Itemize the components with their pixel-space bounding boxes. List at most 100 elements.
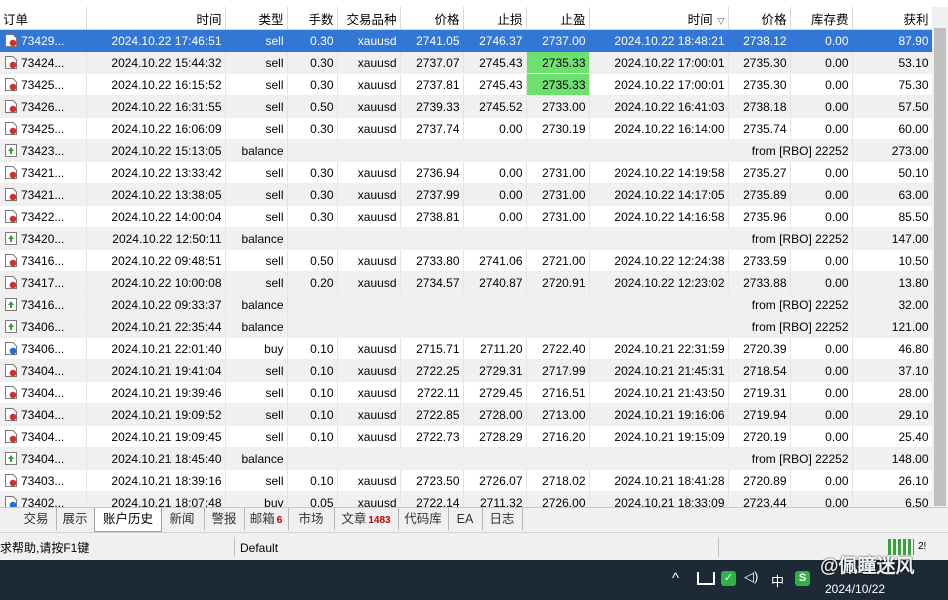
sell-deal-icon	[5, 55, 17, 69]
app-tray-icon[interactable]: S	[795, 571, 810, 586]
history-row[interactable]: 73416... 2024.10.22 09:33:37 balance from […	[0, 293, 933, 316]
row-close-price: 2735.96	[728, 205, 791, 228]
row-profit: 28.00	[852, 381, 933, 404]
row-order: 73404...	[0, 447, 87, 470]
tab-1[interactable]: 展示	[56, 508, 95, 530]
row-open-price: 2737.74	[400, 117, 464, 140]
scrollbar-thumb[interactable]	[934, 28, 946, 506]
tab-0[interactable]: 交易	[16, 508, 57, 530]
row-lots: 0.30	[287, 117, 338, 140]
ime-indicator[interactable]: 中	[771, 571, 784, 590]
row-close-time: 2024.10.21 18:41:28	[589, 469, 729, 492]
col-header-open-time[interactable]: 时间	[86, 7, 226, 30]
tab-5[interactable]: 邮箱 6	[244, 508, 289, 530]
col-header-open-price[interactable]: 价格	[400, 7, 464, 30]
row-order: 73404...	[0, 359, 87, 382]
history-row[interactable]: 73404... 2024.10.21 19:41:04 sell 0.10 xauus…	[0, 359, 933, 382]
col-header-close-price[interactable]: 价格	[728, 7, 791, 30]
col-header-symbol[interactable]: 交易品种	[337, 7, 401, 30]
history-row[interactable]: 73423... 2024.10.22 15:13:05 balance from […	[0, 139, 933, 162]
row-sl: 2729.31	[463, 359, 527, 382]
row-open-price: 2733.80	[400, 249, 464, 272]
network-icon[interactable]	[697, 572, 715, 585]
row-type: buy	[225, 337, 288, 360]
speaker-icon[interactable]: ◁)	[744, 569, 758, 585]
history-row[interactable]: 73424... 2024.10.22 15:44:32 sell 0.30 xauus…	[0, 51, 933, 74]
history-row[interactable]: 73404... 2024.10.21 18:45:40 balance from […	[0, 447, 933, 470]
row-close-time: 2024.10.22 14:19:58	[589, 161, 729, 184]
row-profit: 46.80	[852, 337, 933, 360]
row-sl: 2726.07	[463, 469, 527, 492]
history-row[interactable]: 73421... 2024.10.22 13:38:05 sell 0.30 xauus…	[0, 183, 933, 206]
history-row[interactable]: 73406... 2024.10.21 22:01:40 buy 0.10 xauusd…	[0, 337, 933, 360]
tab-9[interactable]: EA	[448, 508, 483, 530]
history-row[interactable]: 73421... 2024.10.22 13:33:42 sell 0.30 xauus…	[0, 161, 933, 184]
chevron-up-icon[interactable]: ^	[672, 570, 679, 587]
row-close-price: 2738.12	[728, 29, 791, 52]
history-row[interactable]: 73417... 2024.10.22 10:00:08 sell 0.20 xauus…	[0, 271, 933, 294]
tab-7[interactable]: 文章 1483	[334, 508, 399, 530]
history-row[interactable]: 73420... 2024.10.22 12:50:11 balance from […	[0, 227, 933, 250]
row-order-number: 73404...	[21, 429, 65, 444]
col-header-close-time[interactable]: 时间 ▽	[589, 7, 729, 30]
col-header-swap[interactable]: 库存费	[790, 7, 853, 30]
row-open-time: 2024.10.22 12:50:11	[86, 227, 226, 250]
history-row[interactable]: 73426... 2024.10.22 16:31:55 sell 0.50 xauus…	[0, 95, 933, 118]
row-tp: 2735.33	[526, 51, 590, 74]
row-type: sell	[225, 425, 288, 448]
tab-2[interactable]: 账户历史	[94, 508, 162, 532]
tab-label: 文章	[341, 512, 367, 526]
row-open-price: 2734.57	[400, 271, 464, 294]
history-row[interactable]: 73422... 2024.10.22 14:00:04 sell 0.30 xauus…	[0, 205, 933, 228]
security-check-icon[interactable]: ✓	[721, 571, 736, 586]
col-header-tp[interactable]: 止盈	[526, 7, 590, 30]
row-close-time: 2024.10.22 16:14:00	[589, 117, 729, 140]
history-row[interactable]: 73404... 2024.10.21 19:39:46 sell 0.10 xauus…	[0, 381, 933, 404]
row-swap: 0.00	[790, 183, 853, 206]
tab-3[interactable]: 新闻	[160, 508, 205, 530]
history-row[interactable]: 73403... 2024.10.21 18:39:16 sell 0.10 xauus…	[0, 469, 933, 492]
row-type: sell	[225, 359, 288, 382]
row-sl: 0.00	[463, 117, 527, 140]
row-lots: 0.30	[287, 51, 338, 74]
tab-10[interactable]: 日志	[482, 508, 523, 530]
row-close-time: 2024.10.21 21:43:50	[589, 381, 729, 404]
col-header-lots[interactable]: 手数	[287, 7, 338, 30]
sell-deal-icon	[5, 363, 17, 377]
row-profit: 87.90	[852, 29, 933, 52]
history-row[interactable]: 73404... 2024.10.21 19:09:45 sell 0.10 xauus…	[0, 425, 933, 448]
row-swap: 0.00	[790, 425, 853, 448]
history-row[interactable]: 73425... 2024.10.22 16:15:52 sell 0.30 xauus…	[0, 73, 933, 96]
row-close-price: 2718.54	[728, 359, 791, 382]
row-open-time: 2024.10.22 15:44:32	[86, 51, 226, 74]
row-order-number: 73421...	[21, 165, 65, 180]
tab-8[interactable]: 代码库	[398, 508, 449, 530]
col-header-order[interactable]: 订单	[0, 7, 87, 30]
row-sl: 2745.43	[463, 73, 527, 96]
sell-deal-icon	[5, 121, 17, 135]
history-row[interactable]: 73425... 2024.10.22 16:06:09 sell 0.30 xauus…	[0, 117, 933, 140]
row-swap: 0.00	[790, 469, 853, 492]
tab-4[interactable]: 警报	[204, 508, 245, 530]
col-header-type[interactable]: 类型	[225, 7, 288, 30]
row-order: 73404...	[0, 425, 87, 448]
row-lots: 0.10	[287, 403, 338, 426]
row-profit: 26.10	[852, 469, 933, 492]
history-row[interactable]: 73429... 2024.10.22 17:46:51 sell 0.30 xauus…	[0, 29, 933, 52]
tab-6[interactable]: 市场	[288, 508, 335, 530]
row-type: sell	[225, 249, 288, 272]
history-row[interactable]: 73404... 2024.10.21 19:09:52 sell 0.10 xauus…	[0, 403, 933, 426]
history-row[interactable]: 73416... 2024.10.22 09:48:51 sell 0.50 xauus…	[0, 249, 933, 272]
row-sl: 2745.43	[463, 51, 527, 74]
row-order: 73403...	[0, 469, 87, 492]
status-partial-text: 2!	[918, 541, 927, 552]
col-header-profit[interactable]: 获利	[852, 7, 933, 30]
row-order: 73416...	[0, 249, 87, 272]
col-header-sl[interactable]: 止损	[463, 7, 527, 30]
row-open-price: 2722.73	[400, 425, 464, 448]
row-order-number: 73404...	[21, 363, 65, 378]
clock-date[interactable]: 2024/10/22	[825, 582, 885, 596]
row-open-time: 2024.10.21 19:09:52	[86, 403, 226, 426]
row-close-price: 2720.39	[728, 337, 791, 360]
history-row[interactable]: 73406... 2024.10.21 22:35:44 balance from […	[0, 315, 933, 338]
